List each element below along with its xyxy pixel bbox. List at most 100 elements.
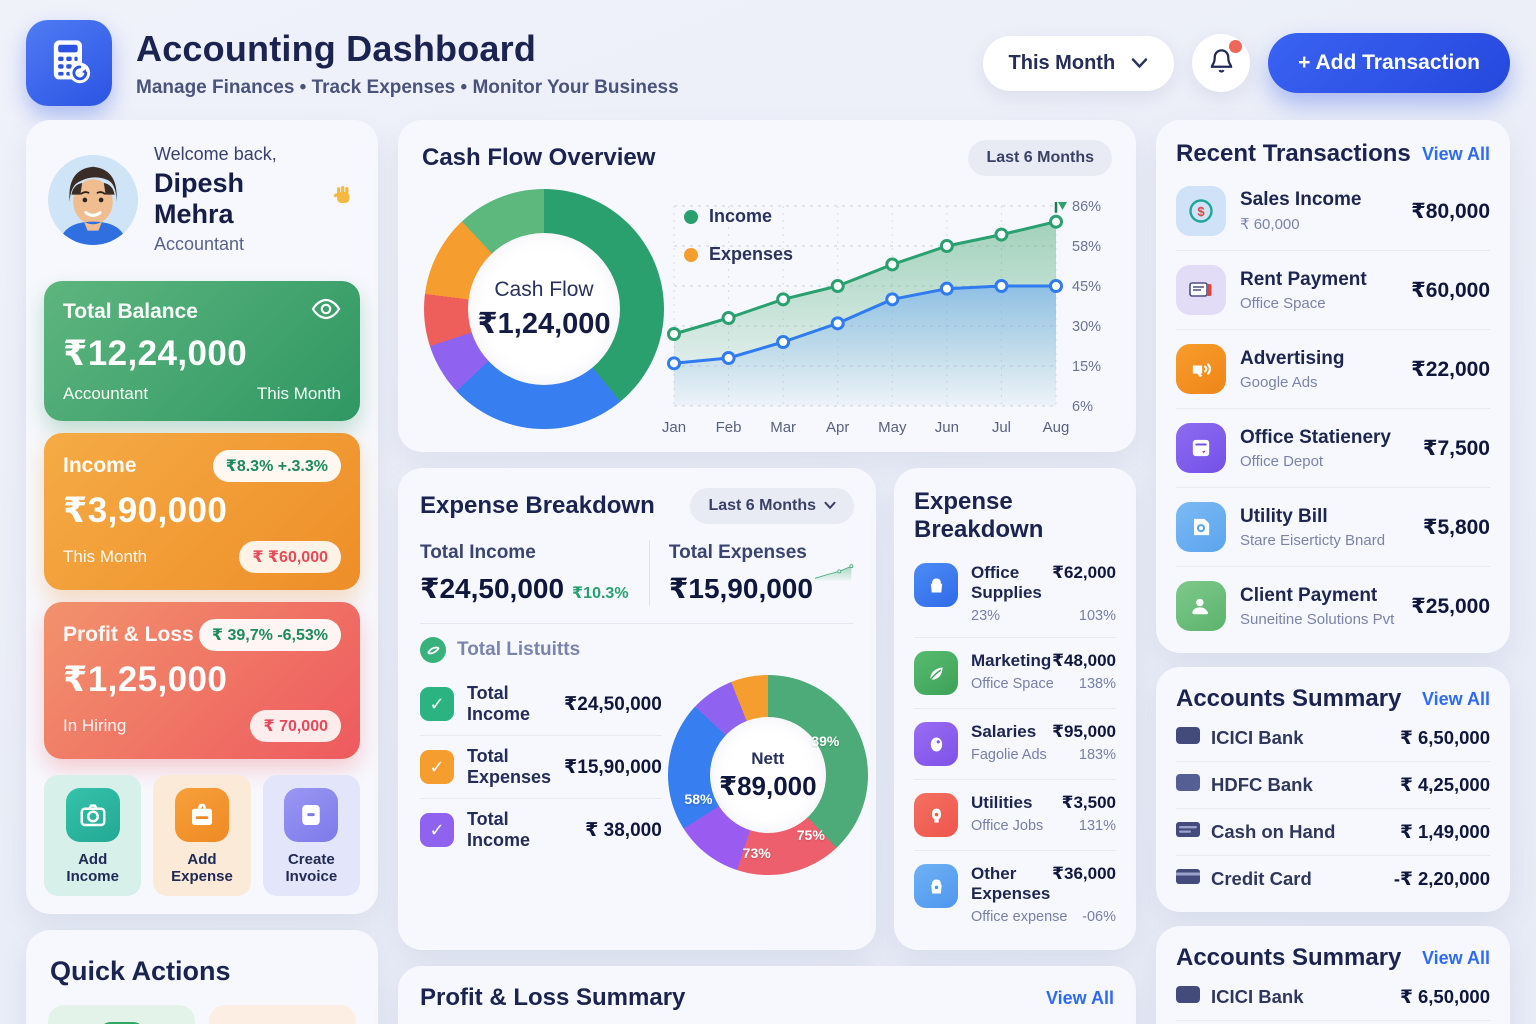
list-title-row: Total Listuitts <box>420 637 854 663</box>
transaction-sub: ₹ 60,000 <box>1240 215 1397 233</box>
checkbox-orange[interactable]: ✓ <box>420 750 454 784</box>
expense-name: Office Supplies <box>971 563 1052 603</box>
checkbox-green[interactable]: ✓ <box>420 687 454 721</box>
expense-sub: Office Jobs <box>971 818 1043 834</box>
invoice-card-icon <box>284 788 338 842</box>
svg-text:15%: 15% <box>1072 359 1101 375</box>
total-expenses-value: ₹15,90,000 <box>669 572 813 605</box>
add-income-button[interactable]: Add Income <box>44 775 141 896</box>
segment-label: 39% <box>811 733 839 749</box>
page-subtitle: Manage Finances • Track Expenses • Monit… <box>136 77 983 99</box>
calculator-icon <box>43 35 95 92</box>
balance-footer-right: This Month <box>257 384 341 404</box>
accounts-view-all-link[interactable]: View All <box>1422 948 1490 969</box>
transaction-name: Office Statienery <box>1240 427 1409 449</box>
transaction-row[interactable]: $ Sales Income ₹ 60,000 ₹80,000 <box>1176 172 1490 251</box>
header-controls: This Month + Add Transaction <box>983 33 1510 93</box>
transactions-view-all-link[interactable]: View All <box>1422 144 1490 165</box>
account-name: ICICI Bank <box>1211 727 1389 749</box>
main-content: Welcome back, Dipesh Mehra Accountant To… <box>0 118 1536 1024</box>
expense-sub: Fagolie Ads <box>971 747 1047 763</box>
expense-item: Marketing₹48,000 Office Space138% <box>914 638 1116 709</box>
transaction-row[interactable]: Utility Bill Stare Eiserticty Bnard ₹5,8… <box>1176 488 1490 567</box>
checkbox-purple[interactable]: ✓ <box>420 813 454 847</box>
account-row: Credit Card -₹ 2,20,000 <box>1176 856 1490 902</box>
total-balance-label: Total Balance <box>63 300 198 324</box>
expense-sub-right: 183% <box>1079 747 1116 763</box>
transaction-row[interactable]: Client Payment Suneitine Solutions Pvt L… <box>1176 567 1490 645</box>
receipt-icon <box>1176 265 1226 315</box>
totals-list: ✓ Total Income ₹24,50,000 ✓ Total Expens… <box>420 669 662 875</box>
user-role: Accountant <box>154 234 356 255</box>
legend-item-income: Income <box>684 206 793 227</box>
accounting-dashboard: Accounting Dashboard Manage Finances • T… <box>0 0 1536 1024</box>
svg-text:Jul: Jul <box>992 419 1011 436</box>
center-column: Cash Flow Overview Last 6 Months Cash Fl… <box>398 120 1136 1024</box>
svg-text:Feb: Feb <box>716 419 742 436</box>
notifications-button[interactable] <box>1192 34 1250 92</box>
income-value: ₹3,90,000 <box>63 491 341 531</box>
eye-icon[interactable] <box>311 298 341 325</box>
profit-loss-value: ₹1,25,000 <box>63 660 341 700</box>
wave-hand-icon <box>332 184 356 215</box>
transaction-row[interactable]: Rent Payment Office Space ₹60,000 <box>1176 251 1490 330</box>
expense-value: ₹95,000 <box>1052 722 1116 742</box>
create-invoice-button[interactable]: Create Invoice <box>263 775 360 896</box>
expense-sub: 23% <box>971 608 1000 624</box>
expense-name: Marketing <box>971 651 1051 671</box>
transaction-amount: ₹25,000 <box>1411 594 1490 619</box>
mini-action-label: Create Invoice <box>269 851 354 885</box>
svg-text:58%: 58% <box>1072 239 1101 255</box>
income-badge: ₹8.3% +.3.3% <box>213 450 341 482</box>
quick-add-expense-button[interactable]: Add Expense <box>209 1005 356 1024</box>
dollar-coin-icon: $ <box>1176 186 1226 236</box>
svg-text:Apr: Apr <box>826 419 849 436</box>
center-row-2: Expense Breakdown Last 6 Months Total In… <box>398 468 1136 950</box>
donut-center-value: ₹1,24,000 <box>477 306 610 341</box>
period-selector[interactable]: This Month <box>983 36 1175 91</box>
transaction-amount: ₹5,800 <box>1423 515 1490 540</box>
expense-value: ₹62,000 <box>1052 563 1116 583</box>
expense-summary-body: ✓ Total Income ₹24,50,000 ✓ Total Expens… <box>420 669 854 875</box>
credit-card-icon <box>1176 869 1200 889</box>
add-transaction-button[interactable]: + Add Transaction <box>1268 33 1510 93</box>
add-expense-button[interactable]: Add Expense <box>153 775 250 896</box>
row-value: ₹ 38,000 <box>585 819 662 842</box>
account-value: ₹ 1,49,000 <box>1400 821 1490 843</box>
plug-icon <box>914 793 958 837</box>
income-label: Income <box>63 454 137 478</box>
profit-loss-badge: ₹ 39,7% -6,53% <box>199 619 341 651</box>
cash-flow-period-badge[interactable]: Last 6 Months <box>968 140 1112 176</box>
transaction-name: Advertising <box>1240 348 1397 370</box>
accounts-list: ICICI Bank ₹ 6,50,000 HDFC Bank ₹ 4,25,0… <box>1176 715 1490 902</box>
total-income-label: Total Income <box>420 542 629 564</box>
expense-summary-period-badge[interactable]: Last 6 Months <box>690 488 854 524</box>
balance-footer-left: Accountant <box>63 384 148 404</box>
expense-name: Other Expenses <box>971 864 1052 904</box>
chart-legend: Income Expenses <box>684 206 793 282</box>
transaction-row[interactable]: Advertising Google Ads ₹22,000 <box>1176 330 1490 409</box>
svg-text:Aug: Aug <box>1043 419 1070 436</box>
quick-actions-title: Quick Actions <box>50 956 354 987</box>
expense-summary-title: Expense Breakdown <box>420 492 655 520</box>
pl-view-all-link[interactable]: View All <box>1046 988 1114 1009</box>
expense-breakdown-card: Expense Breakdown Office Supplies₹62,000… <box>894 468 1136 950</box>
cash-flow-card: Cash Flow Overview Last 6 Months Cash Fl… <box>398 120 1136 452</box>
segment-label: 58% <box>684 791 712 807</box>
profile-card: Welcome back, Dipesh Mehra Accountant To… <box>26 120 378 914</box>
cash-icon <box>1176 822 1200 842</box>
account-name: ICICI Bank <box>1211 986 1389 1008</box>
bell-icon <box>1208 47 1235 79</box>
total-expenses-label: Total Expenses <box>669 542 813 564</box>
expense-sub-right: 138% <box>1079 676 1116 692</box>
quick-add-income-button[interactable]: Add Income <box>48 1005 195 1024</box>
list-item: ✓ Total Income ₹24,50,000 <box>420 673 662 736</box>
donut-center-label: Cash Flow <box>494 278 593 302</box>
accounts-view-all-link[interactable]: View All <box>1422 689 1490 710</box>
row-value: ₹15,90,000 <box>564 756 662 779</box>
expense-sub: Office expense <box>971 909 1067 925</box>
transaction-row[interactable]: Office Statienery Office Depot ₹7,500 <box>1176 409 1490 488</box>
accounts-summary-card-1: Accounts Summary View All ICICI Bank ₹ 6… <box>1156 667 1510 912</box>
mini-actions: Add Income Add Expense Create Invoice <box>44 775 360 896</box>
total-balance-value: ₹12,24,000 <box>63 334 341 374</box>
